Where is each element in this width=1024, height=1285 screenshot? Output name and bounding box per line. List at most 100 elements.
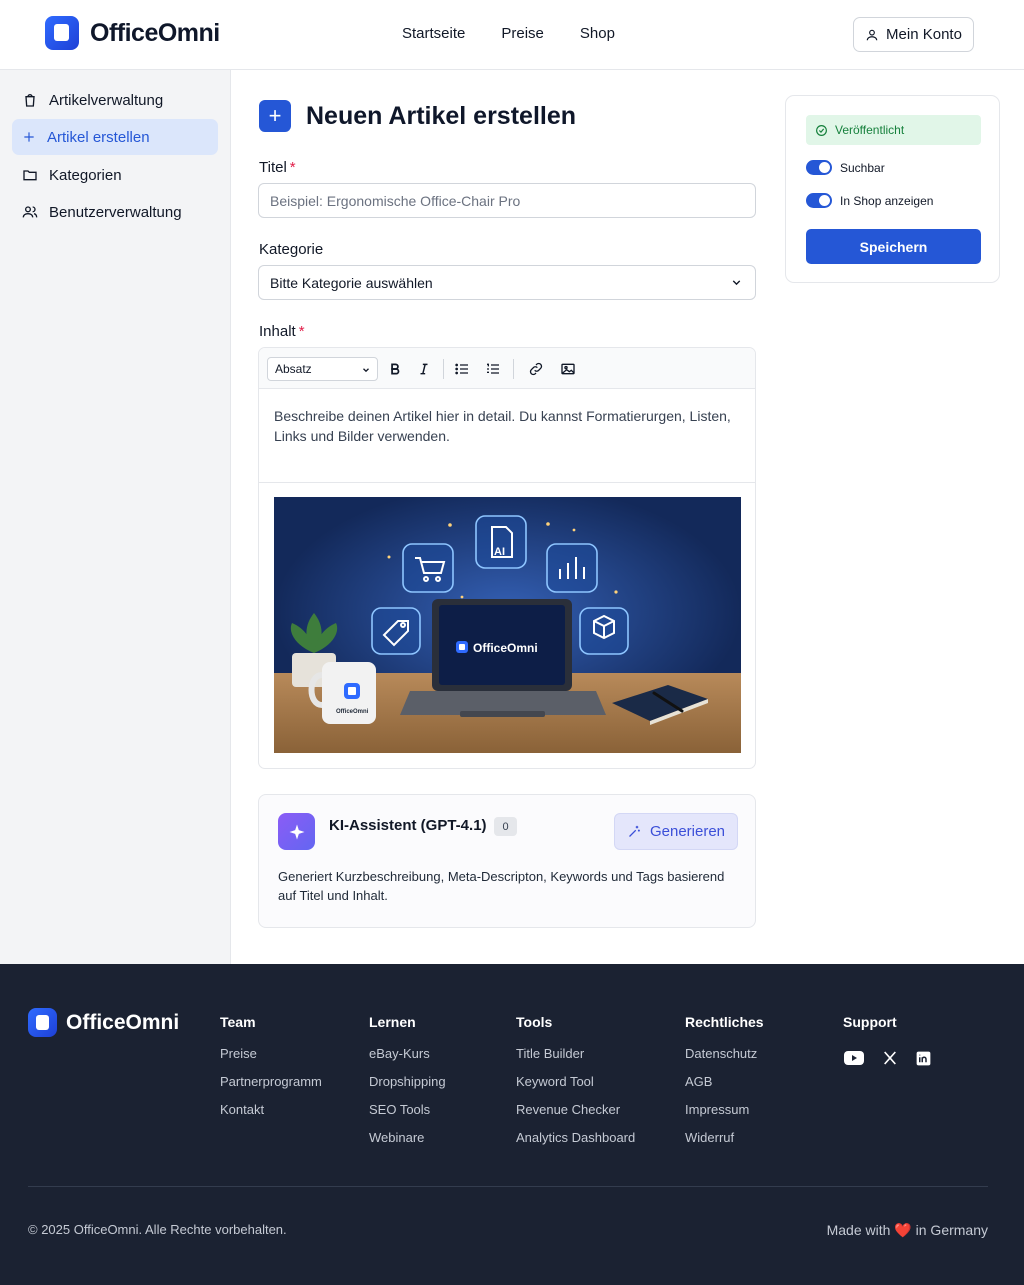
nav-link-shop[interactable]: Shop [580, 25, 615, 42]
copyright-text: © 2025 OfficeOmni. Alle Rechte vorbehalt… [28, 1222, 287, 1237]
plus-icon [24, 132, 34, 142]
svg-text:AI: AI [494, 546, 505, 558]
sidebar-item-kategorien[interactable]: Kategorien [12, 157, 218, 193]
searchable-toggle-row: Suchbar [806, 160, 885, 175]
page-title-row: + Neuen Artikel erstellen [259, 100, 576, 132]
footer-link[interactable]: Impressum [685, 1102, 764, 1118]
sidebar-item-benutzerverwaltung[interactable]: Benutzerverwaltung [12, 194, 218, 230]
magic-wand-icon [629, 825, 640, 837]
sidebar-item-label: Artikelverwaltung [49, 91, 164, 109]
footer-link[interactable]: Keyword Tool [516, 1074, 635, 1090]
nav-link-startseite[interactable]: Startseite [402, 25, 465, 42]
footer-heading: Team [220, 1014, 256, 1030]
footer-heading: Support [843, 1014, 897, 1030]
category-label: Kategorie [259, 241, 324, 258]
status-text: Veröffentlicht [835, 123, 905, 137]
image-button[interactable] [557, 358, 579, 380]
numbered-list-button[interactable] [482, 358, 504, 380]
link-button[interactable] [525, 358, 547, 380]
footer-column-support: Support [843, 1014, 897, 1046]
footer-link[interactable]: Kontakt [220, 1102, 322, 1118]
footer-link[interactable]: Webinare [369, 1130, 446, 1146]
save-button[interactable]: Speichern [806, 229, 981, 264]
title-input[interactable]: Beispiel: Ergonomische Office-Chair Pro [258, 183, 756, 218]
laptop-brand-text: OfficeOmni [473, 641, 538, 655]
bullet-list-button[interactable] [451, 358, 473, 380]
folder-icon [23, 170, 37, 181]
italic-button[interactable] [413, 358, 435, 380]
required-mark: * [298, 323, 305, 340]
chevron-down-icon [363, 368, 369, 373]
ai-assistant-card: KI-Assistent (GPT-4.1) 0 Generieren Gene… [258, 794, 756, 928]
sidebar-item-artikelverwaltung[interactable]: Artikelverwaltung [12, 82, 218, 118]
numbered-list-icon [487, 363, 499, 374]
linkedin-icon[interactable] [916, 1051, 931, 1066]
sparkle-icon [278, 813, 315, 850]
editor-divider [259, 482, 755, 483]
account-button[interactable]: Mein Konto [853, 17, 974, 52]
office-scene-illustration: AI OfficeOmni OfficeOmni [274, 497, 741, 753]
social-links [844, 1050, 931, 1066]
shop-toggle[interactable] [806, 193, 832, 208]
content-label: Inhalt * [259, 323, 305, 340]
required-mark: * [289, 159, 296, 176]
sidebar-item-artikel-erstellen[interactable]: Artikel erstellen [12, 119, 218, 155]
heart-icon: ❤️ [894, 1222, 912, 1238]
made-in-germany-text: Made with ❤️ in Germany [827, 1222, 988, 1239]
footer-link[interactable]: Title Builder [516, 1046, 635, 1062]
footer-link[interactable]: Preise [220, 1046, 322, 1062]
rich-text-editor: Absatz Beschreibe deinen Artikel hier in… [258, 347, 756, 769]
article-image[interactable]: AI OfficeOmni OfficeOmni [274, 497, 741, 753]
toolbar-divider [513, 359, 514, 379]
searchable-toggle[interactable] [806, 160, 832, 175]
footer-link[interactable]: Partnerprogramm [220, 1074, 322, 1090]
footer-brand-name: OfficeOmni [66, 1010, 180, 1034]
footer-link[interactable]: Widerruf [685, 1130, 764, 1146]
sidebar-item-label: Kategorien [49, 166, 122, 184]
footer-link[interactable]: Analytics Dashboard [516, 1130, 635, 1146]
publish-card: Veröffentlicht Suchbar In Shop anzeigen … [785, 95, 1000, 283]
block-format-select[interactable]: Absatz [267, 357, 378, 381]
shop-toggle-row: In Shop anzeigen [806, 193, 933, 208]
footer-link[interactable]: Dropshipping [369, 1074, 446, 1090]
footer-logo[interactable]: OfficeOmni [28, 1008, 179, 1037]
footer-link[interactable]: Revenue Checker [516, 1102, 635, 1118]
users-icon [22, 206, 38, 218]
brand-name: OfficeOmni [90, 18, 220, 47]
italic-icon [420, 363, 428, 375]
shop-label: In Shop anzeigen [840, 193, 934, 208]
x-twitter-icon[interactable] [882, 1050, 898, 1066]
footer-heading: Rechtliches [685, 1014, 764, 1030]
title-placeholder: Beispiel: Ergonomische Office-Chair Pro [270, 192, 521, 209]
footer-link[interactable]: Datenschutz [685, 1046, 764, 1062]
page-title: Neuen Artikel erstellen [306, 101, 577, 130]
chevron-down-icon [732, 280, 741, 286]
footer-column-tools: Tools Title Builder Keyword Tool Revenue… [516, 1014, 635, 1158]
made-suffix: in Germany [915, 1222, 988, 1238]
footer-link[interactable]: SEO Tools [369, 1102, 446, 1118]
usage-count-badge: 0 [494, 817, 517, 836]
top-navigation: Startseite Preise Shop [402, 25, 615, 42]
footer-column-lernen: Lernen eBay-Kurs Dropshipping SEO Tools … [369, 1014, 446, 1158]
footer-heading: Lernen [369, 1014, 416, 1030]
brand-logo[interactable]: OfficeOmni [45, 16, 220, 50]
generate-button[interactable]: Generieren [614, 813, 738, 850]
youtube-icon[interactable] [844, 1051, 864, 1065]
title-label: Titel * [259, 159, 296, 176]
footer-column-team: Team Preise Partnerprogramm Kontakt [220, 1014, 322, 1130]
category-select[interactable]: Bitte Kategorie auswählen [258, 265, 756, 300]
footer-link[interactable]: eBay-Kurs [369, 1046, 446, 1062]
logo-icon [45, 16, 79, 50]
footer-column-rechtliches: Rechtliches Datenschutz AGB Impressum Wi… [685, 1014, 764, 1158]
generate-label: Generieren [649, 823, 726, 840]
editor-content[interactable]: Beschreibe deinen Artikel hier in detail… [274, 406, 752, 446]
nav-link-preise[interactable]: Preise [501, 25, 544, 42]
bold-button[interactable] [384, 358, 406, 380]
footer-divider [28, 1186, 988, 1187]
bold-icon [391, 363, 400, 375]
toolbar-divider [443, 359, 444, 379]
category-selected-value: Bitte Kategorie auswählen [270, 274, 433, 291]
sidebar: Artikelverwaltung Artikel erstellen Kate… [0, 70, 231, 964]
footer-link[interactable]: AGB [685, 1074, 764, 1090]
editor-toolbar: Absatz [259, 348, 755, 389]
